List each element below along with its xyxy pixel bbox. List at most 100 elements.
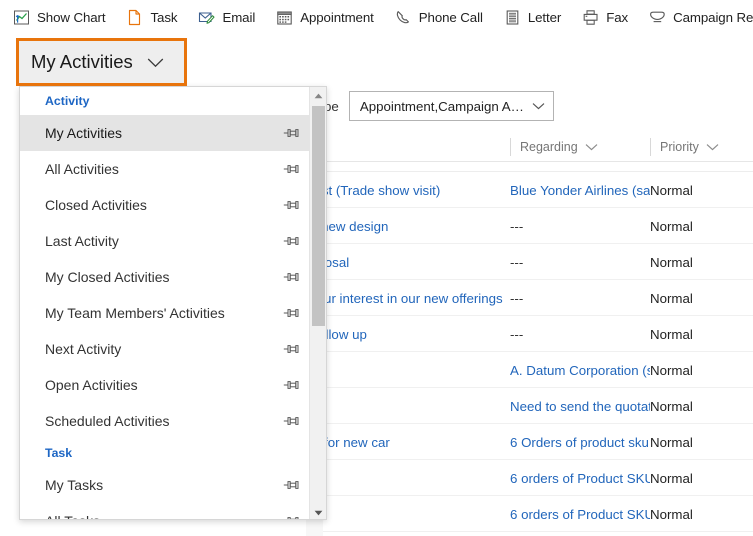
- table-cell-subject[interactable]: [310, 496, 510, 532]
- table-cell-subject[interactable]: l: [310, 460, 510, 496]
- table-row[interactable]: 6 orders of Product SKU . Normal: [310, 496, 753, 532]
- table-cell-subject[interactable]: [310, 388, 510, 424]
- table-row[interactable]: l6 orders of Product SKU .Normal: [310, 460, 753, 496]
- table-cell-subject[interactable]: rest (Trade show visit): [310, 172, 510, 208]
- view-list-item[interactable]: My Tasks: [20, 467, 311, 503]
- table-row[interactable]: oposal --- Normal: [310, 244, 753, 280]
- view-list-item[interactable]: Last Activity: [20, 223, 311, 259]
- table-cell-priority: Normal: [650, 362, 693, 378]
- table-cell-priority: Normal: [650, 254, 693, 270]
- view-group-header: Activity: [45, 94, 90, 108]
- grid-header-regarding[interactable]: Regarding: [510, 132, 650, 162]
- table-cell-regarding: ---: [510, 326, 524, 342]
- command-fax[interactable]: Fax: [582, 0, 628, 34]
- view-list-item[interactable]: All Tasks: [20, 503, 311, 520]
- show-chart-icon: [14, 10, 29, 24]
- pin-icon[interactable]: [283, 514, 299, 520]
- table-cell-regarding: ---: [510, 254, 524, 270]
- type-filter-value: Appointment,Campaign Acti...: [359, 98, 526, 114]
- table-row[interactable]: rest (Trade show visit) Blue Yonder Airli…: [310, 172, 753, 208]
- table-row[interactable]: [310, 162, 753, 172]
- table-cell-subject[interactable]: [310, 352, 510, 388]
- scroll-down-arrow-icon[interactable]: [310, 504, 326, 519]
- view-list-item[interactable]: Next Activity: [20, 331, 311, 367]
- table-cell-regarding[interactable]: 6 orders of Product SKU .: [510, 460, 650, 496]
- view-list-item-label: My Closed Activities: [45, 269, 170, 285]
- table-cell-regarding[interactable]: [510, 162, 650, 171]
- command-task[interactable]: Task: [126, 0, 178, 34]
- table-cell-regarding[interactable]: Need to send the quotati: [510, 388, 650, 424]
- command-phone-call[interactable]: Phone Call: [395, 0, 483, 34]
- campaign-response-icon: [650, 11, 665, 22]
- command-campaign-response[interactable]: Campaign Response: [649, 0, 753, 34]
- scroll-down-arrow-glyph: [314, 510, 323, 515]
- type-filter-select[interactable]: Appointment,Campaign Acti...: [348, 91, 554, 121]
- pin-icon[interactable]: [283, 162, 299, 176]
- table-cell-priority: Normal: [650, 470, 693, 486]
- pin-icon[interactable]: [283, 270, 299, 284]
- table-row[interactable]: your interest in our new offerings --- Nor…: [310, 280, 753, 316]
- chevron-down-icon: [532, 103, 545, 110]
- view-list-item[interactable]: Closed Activities: [20, 187, 311, 223]
- command-label: Show Chart: [37, 9, 106, 25]
- view-list-item[interactable]: My Closed Activities: [20, 259, 311, 295]
- pin-icon[interactable]: [283, 414, 299, 428]
- grid-header-subject[interactable]: [310, 132, 510, 162]
- app-root: Show Chart Task Email Appointment Phone …: [0, 0, 753, 536]
- table-cell-subject[interactable]: n new design: [310, 208, 510, 244]
- fax-icon: [583, 9, 598, 25]
- pin-icon[interactable]: [283, 198, 299, 212]
- command-label: Fax: [606, 9, 629, 25]
- command-label: Task: [150, 9, 178, 25]
- view-list-item[interactable]: My Activities: [20, 115, 311, 151]
- table-row[interactable]: al for new car 6 Orders of product sku JN…: [310, 424, 753, 460]
- table-cell-priority: Normal: [650, 182, 693, 198]
- table-cell-subject[interactable]: [310, 162, 510, 171]
- grid-header-regarding-label: Regarding: [520, 140, 578, 154]
- view-list-item[interactable]: Scheduled Activities: [20, 403, 311, 439]
- view-selector-button[interactable]: My Activities: [16, 38, 187, 86]
- command-show-chart[interactable]: Show Chart: [13, 0, 106, 34]
- table-cell-subject[interactable]: your interest in our new offerings: [310, 280, 510, 316]
- pin-icon[interactable]: [283, 234, 299, 248]
- letter-icon: [506, 9, 519, 25]
- command-label: Phone Call: [418, 9, 483, 25]
- pin-icon[interactable]: [283, 342, 299, 356]
- view-list-scrollbar[interactable]: [309, 87, 326, 519]
- grid-header-priority[interactable]: Priority: [650, 132, 753, 162]
- grid-header-priority-label: Priority: [660, 140, 699, 154]
- view-list-item[interactable]: Open Activities: [20, 367, 311, 403]
- view-list-item[interactable]: My Team Members' Activities: [20, 295, 311, 331]
- view-list-item[interactable]: All Activities: [20, 151, 311, 187]
- view-list-scrollbar-thumb[interactable]: [312, 106, 325, 326]
- pin-icon[interactable]: [283, 306, 299, 320]
- view-list-item-label: All Activities: [45, 161, 119, 177]
- activities-grid: Regarding Priority rest (Trade show visi…: [310, 132, 753, 536]
- table-cell-priority: [650, 162, 753, 171]
- pin-icon[interactable]: [283, 478, 299, 492]
- table-cell-subject[interactable]: al for new car: [310, 424, 510, 460]
- table-row[interactable]: Need to send the quotati Normal: [310, 388, 753, 424]
- table-row[interactable]: Follow up --- Normal: [310, 316, 753, 352]
- command-appointment[interactable]: Appointment: [276, 0, 374, 34]
- command-email[interactable]: Email: [198, 0, 255, 34]
- pin-icon[interactable]: [283, 126, 299, 140]
- view-list-item-label: Scheduled Activities: [45, 413, 170, 429]
- email-icon: [199, 11, 215, 24]
- scroll-up-arrow-icon[interactable]: [310, 87, 326, 104]
- view-group-header: Task: [45, 446, 73, 460]
- table-cell-regarding[interactable]: 6 orders of Product SKU .: [510, 496, 650, 532]
- chevron-down-icon: [585, 144, 598, 151]
- table-cell-subject[interactable]: oposal: [310, 244, 510, 280]
- pin-icon[interactable]: [283, 378, 299, 392]
- table-cell-regarding[interactable]: A. Datum Corporation (sa: [510, 352, 650, 388]
- command-letter[interactable]: Letter: [504, 0, 561, 34]
- view-list-item-label: Last Activity: [45, 233, 119, 249]
- table-cell-subject[interactable]: Follow up: [310, 316, 510, 352]
- view-list-item-label: My Tasks: [45, 477, 104, 493]
- table-row[interactable]: n new design --- Normal: [310, 208, 753, 244]
- command-label: Letter: [527, 9, 562, 25]
- table-cell-regarding[interactable]: Blue Yonder Airlines (sam: [510, 172, 650, 208]
- table-cell-regarding[interactable]: 6 Orders of product sku J: [510, 424, 650, 460]
- table-row[interactable]: A. Datum Corporation (sa Normal: [310, 352, 753, 388]
